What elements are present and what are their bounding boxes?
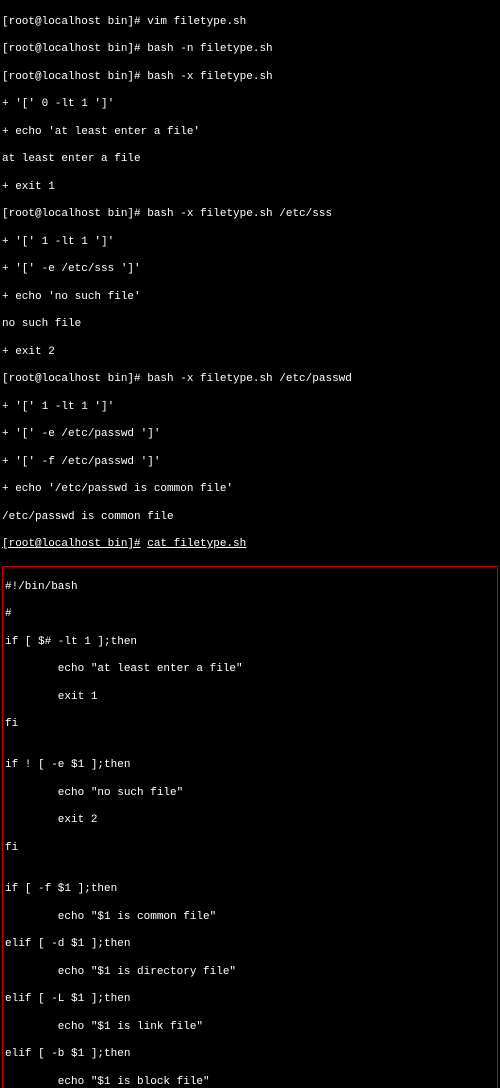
line: [root@localhost bin]# cat filetype.sh bbox=[2, 538, 498, 552]
command: bash -x filetype.sh /etc/sss bbox=[147, 208, 332, 220]
trace-line: + '[' 1 -lt 1 ']' bbox=[2, 401, 498, 415]
prompt: [root@localhost bin]# bbox=[2, 16, 141, 28]
script-line: echo "$1 is block file" bbox=[5, 1076, 495, 1088]
prompt: [root@localhost bin]# bbox=[2, 208, 141, 220]
script-line: echo "$1 is directory file" bbox=[5, 966, 495, 980]
script-line: if [ -f $1 ];then bbox=[5, 883, 495, 897]
script-line: #!/bin/bash bbox=[5, 581, 495, 595]
trace-line: + '[' 0 -lt 1 ']' bbox=[2, 98, 498, 112]
prompt: [root@localhost bin]# bbox=[2, 43, 141, 55]
script-line: exit 2 bbox=[5, 814, 495, 828]
trace-line: + echo 'no such file' bbox=[2, 291, 498, 305]
script-line: if [ $# -lt 1 ];then bbox=[5, 636, 495, 650]
script-line: # bbox=[5, 608, 495, 622]
trace-line: + echo '/etc/passwd is common file' bbox=[2, 483, 498, 497]
trace-line: + '[' -e /etc/passwd ']' bbox=[2, 428, 498, 442]
command: bash -x filetype.sh bbox=[147, 71, 272, 83]
terminal[interactable]: [root@localhost bin]# vim filetype.sh [r… bbox=[0, 0, 500, 1088]
line: [root@localhost bin]# bash -x filetype.s… bbox=[2, 373, 498, 387]
script-line: fi bbox=[5, 842, 495, 856]
script-line: elif [ -b $1 ];then bbox=[5, 1048, 495, 1062]
script-line: fi bbox=[5, 718, 495, 732]
command: cat filetype.sh bbox=[147, 538, 246, 550]
line: [root@localhost bin]# bash -n filetype.s… bbox=[2, 43, 498, 57]
prompt: [root@localhost bin]# bbox=[2, 373, 141, 385]
output-line: no such file bbox=[2, 318, 498, 332]
script-line: echo "$1 is link file" bbox=[5, 1021, 495, 1035]
trace-line: + echo 'at least enter a file' bbox=[2, 126, 498, 140]
output-line: at least enter a file bbox=[2, 153, 498, 167]
command: bash -x filetype.sh /etc/passwd bbox=[147, 373, 352, 385]
command: bash -n filetype.sh bbox=[147, 43, 272, 55]
line: [root@localhost bin]# bash -x filetype.s… bbox=[2, 208, 498, 222]
highlight-box: #!/bin/bash # if [ $# -lt 1 ];then echo … bbox=[2, 566, 498, 1088]
prompt: [root@localhost bin]# bbox=[2, 538, 141, 550]
line: [root@localhost bin]# bash -x filetype.s… bbox=[2, 71, 498, 85]
prompt: [root@localhost bin]# bbox=[2, 71, 141, 83]
script-line: if ! [ -e $1 ];then bbox=[5, 759, 495, 773]
trace-line: + exit 2 bbox=[2, 346, 498, 360]
trace-line: + '[' -e /etc/sss ']' bbox=[2, 263, 498, 277]
script-line: echo "no such file" bbox=[5, 787, 495, 801]
line: [root@localhost bin]# vim filetype.sh bbox=[2, 16, 498, 30]
script-line: elif [ -L $1 ];then bbox=[5, 993, 495, 1007]
trace-line: + '[' 1 -lt 1 ']' bbox=[2, 236, 498, 250]
script-line: echo "at least enter a file" bbox=[5, 663, 495, 677]
trace-line: + '[' -f /etc/passwd ']' bbox=[2, 456, 498, 470]
script-line: elif [ -d $1 ];then bbox=[5, 938, 495, 952]
output-line: /etc/passwd is common file bbox=[2, 511, 498, 525]
trace-line: + exit 1 bbox=[2, 181, 498, 195]
script-line: echo "$1 is common file" bbox=[5, 911, 495, 925]
script-line: exit 1 bbox=[5, 691, 495, 705]
command: vim filetype.sh bbox=[147, 16, 246, 28]
